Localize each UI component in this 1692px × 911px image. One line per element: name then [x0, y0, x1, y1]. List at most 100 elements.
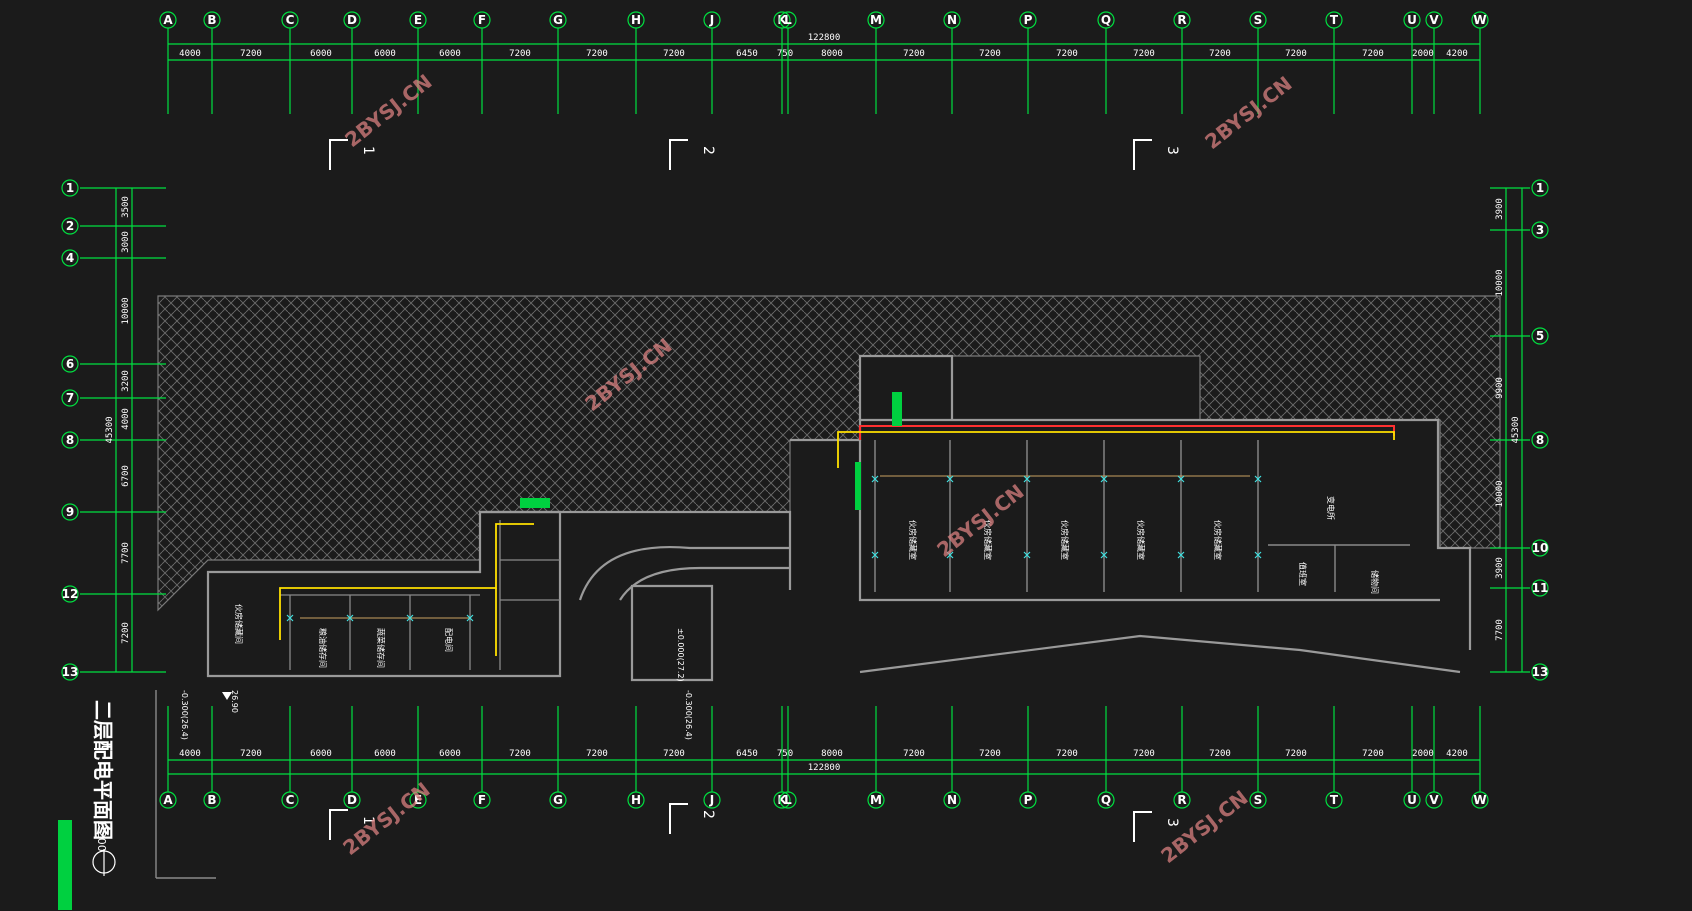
section-label: 2	[700, 810, 716, 819]
grid-label: P	[1024, 13, 1033, 27]
grid-label: N	[947, 793, 957, 807]
grid-label: H	[631, 793, 641, 807]
grid-label: 1	[1536, 181, 1544, 195]
room-label: 变电所	[1326, 496, 1336, 520]
grid-label: E	[414, 13, 422, 27]
total-dim-value: 45300	[105, 416, 115, 443]
dim-value: 8000	[821, 49, 843, 59]
grid-label: C	[286, 13, 295, 27]
total-dim-value: 122800	[808, 33, 841, 43]
grid-label: M	[870, 13, 882, 27]
grid-label: V	[1429, 793, 1439, 807]
grid-label: H	[631, 13, 641, 27]
room-label: 粮油储存间	[318, 628, 328, 668]
dim-value: 2000	[1412, 749, 1434, 759]
grid-label: S	[1254, 793, 1263, 807]
elev-ramp-exterior: -0.300(26.4)	[684, 690, 693, 740]
circuit-red	[859, 425, 1395, 440]
grid-label: D	[347, 13, 357, 27]
watermark-text: 2BYSJ.CN	[340, 69, 436, 152]
grid-label: T	[1330, 13, 1339, 27]
dim-value: 7200	[663, 749, 685, 759]
grid-label: 6	[66, 357, 74, 371]
total-dim-value: 122800	[808, 763, 841, 773]
grid-left: 1 3500 2 3000 4 10000 6 3200 7 4000 8 6700 9 7700 12 72…	[61, 179, 166, 681]
section-label: 2	[700, 146, 716, 155]
grid-label: 7	[66, 391, 74, 405]
grid-label: V	[1429, 13, 1439, 27]
grid-label: L	[784, 793, 792, 807]
grid-label: R	[1177, 13, 1186, 27]
dim-value: 7200	[1285, 749, 1307, 759]
dim-value: 10000	[1495, 269, 1505, 296]
dim-value: 7200	[1285, 49, 1307, 59]
grid-label: 13	[1532, 665, 1549, 679]
grid-label: A	[163, 13, 173, 27]
dim-value: 6700	[121, 465, 131, 487]
dim-value: 3900	[1495, 557, 1505, 579]
watermark-text: 2BYSJ.CN	[338, 777, 434, 860]
dim-value: 7200	[979, 49, 1001, 59]
dim-value: 7200	[1056, 749, 1078, 759]
section-label: 3	[1164, 818, 1180, 827]
dim-value: 6000	[310, 49, 332, 59]
total-dim-value: 45300	[1511, 416, 1521, 443]
section-mark	[669, 803, 688, 834]
drawing-scale: 1:200	[95, 820, 108, 852]
grid-label: D	[347, 793, 357, 807]
dim-value: 6000	[374, 749, 396, 759]
room-label: 值班室	[1298, 562, 1308, 586]
grid-label: 12	[62, 587, 79, 601]
watermark-text: 2BYSJ.CN	[1200, 71, 1296, 154]
grid-label: U	[1407, 793, 1417, 807]
room-label: 伙房储藏室	[1060, 520, 1070, 560]
grid-label: W	[1473, 13, 1486, 27]
dim-value: 7200	[509, 49, 531, 59]
grid-label: J	[709, 793, 714, 807]
grid-label: 8	[66, 433, 74, 447]
grid-label: 9	[66, 505, 74, 519]
grid-label: 11	[1532, 581, 1549, 595]
dim-value: 4200	[1446, 749, 1468, 759]
grid-label: 5	[1536, 329, 1544, 343]
room-label: 伙房储藏室	[908, 520, 918, 560]
section-mark	[1133, 139, 1152, 170]
grid-label: L	[784, 13, 792, 27]
dim-value: 3500	[121, 196, 131, 218]
dim-value: 7200	[1209, 749, 1231, 759]
grid-label: C	[286, 793, 295, 807]
grid-label: 13	[62, 665, 79, 679]
dim-value: 7200	[586, 749, 608, 759]
grid-label: M	[870, 793, 882, 807]
room-label: 配电间	[444, 628, 454, 652]
section-mark	[669, 139, 688, 170]
dim-value: 7200	[903, 749, 925, 759]
dim-value: 10000	[1495, 480, 1505, 507]
grid-label: 1	[66, 181, 74, 195]
dim-value: 7200	[1133, 49, 1155, 59]
grid-label: S	[1254, 13, 1263, 27]
grid-label: P	[1024, 793, 1033, 807]
grid-label: B	[207, 793, 216, 807]
dim-value: 7700	[1495, 619, 1505, 641]
dim-value: 10000	[121, 297, 131, 324]
dim-value: 7200	[509, 749, 531, 759]
grid-label: 10	[1532, 541, 1549, 555]
dim-value: 8000	[821, 749, 843, 759]
dim-value: 7200	[979, 749, 1001, 759]
room-label: 蔬菜储存间	[376, 628, 386, 668]
dim-value: 6000	[374, 49, 396, 59]
section-mark	[1133, 811, 1152, 842]
elev-ramp: ±0.000(27.2)	[676, 628, 685, 682]
grid-label: 4	[66, 251, 74, 265]
grid-label: T	[1330, 793, 1339, 807]
grid-label: F	[478, 793, 486, 807]
dim-value: 7200	[121, 622, 131, 644]
north-arrow-icon	[92, 849, 116, 876]
room-label: 伙房储藏室	[1213, 520, 1223, 560]
dim-value: 6450	[736, 49, 758, 59]
grid-label: 2	[66, 219, 74, 233]
elev-spot: 26.90	[230, 690, 239, 713]
dim-value: 7200	[1362, 749, 1384, 759]
dim-value: 6000	[439, 749, 461, 759]
